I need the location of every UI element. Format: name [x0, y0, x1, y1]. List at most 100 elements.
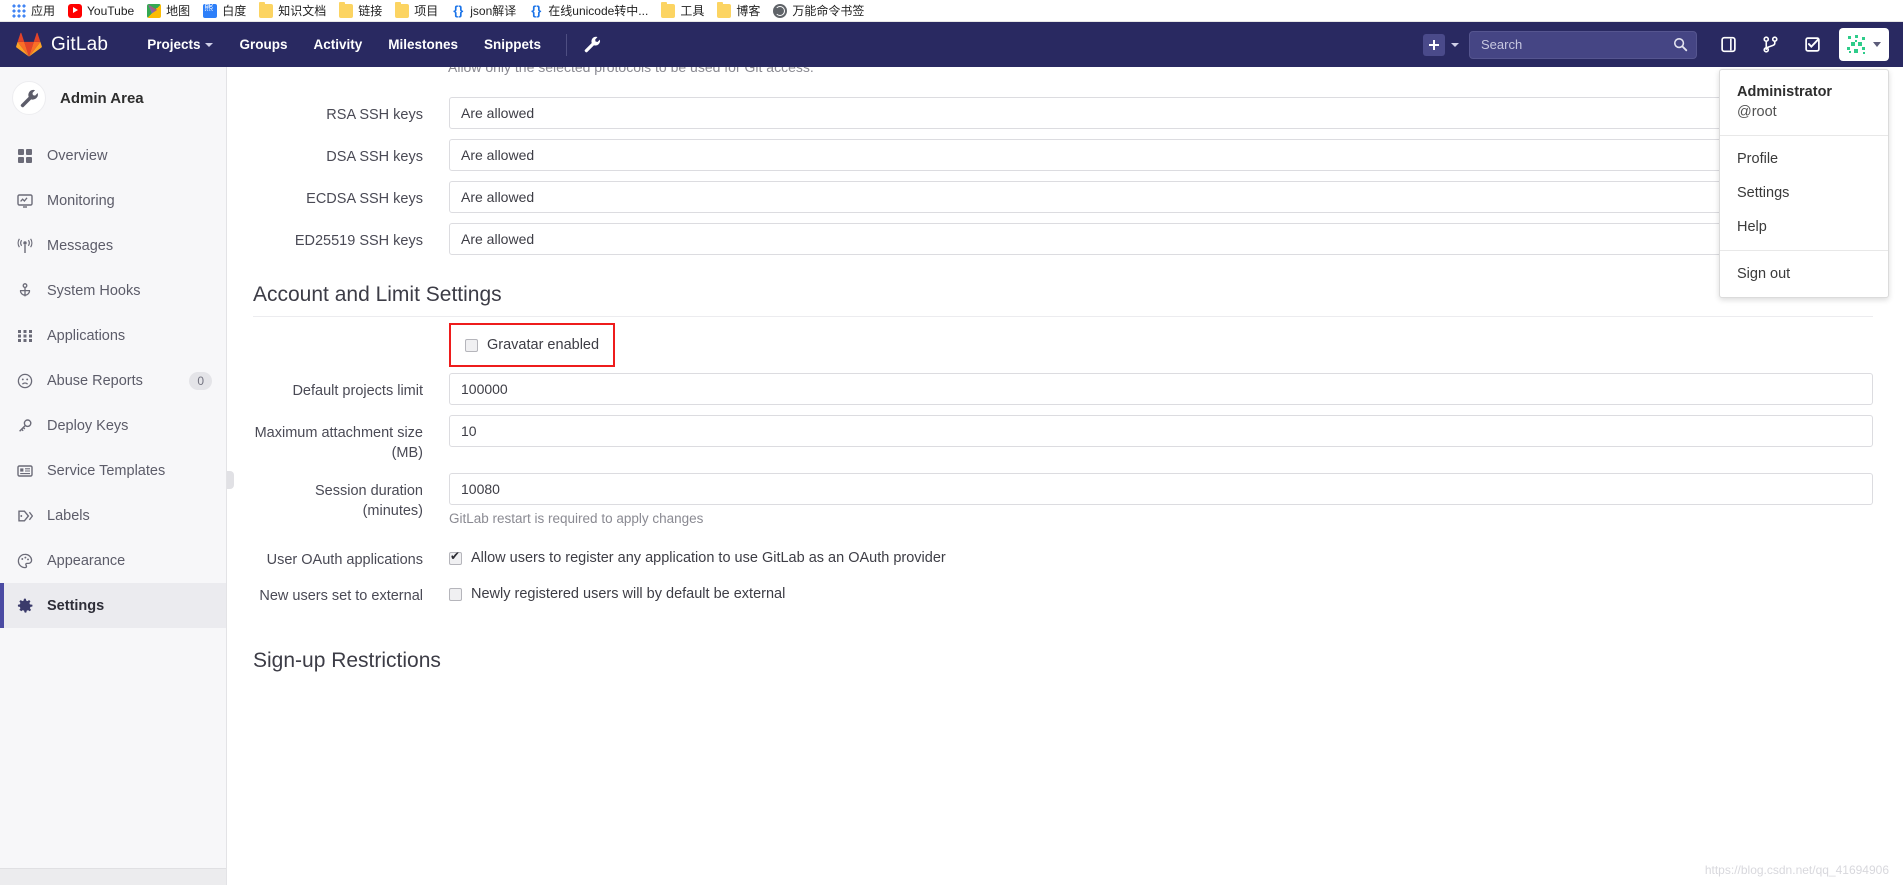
sidebar-bottom-strip	[0, 868, 226, 885]
user-oauth-checkbox-wrap[interactable]: Allow users to register any application …	[449, 549, 1873, 566]
search-box[interactable]	[1469, 30, 1697, 59]
todos-button[interactable]	[1791, 22, 1833, 67]
chevron-down-icon	[1873, 42, 1881, 47]
template-icon	[16, 462, 33, 479]
globe-icon	[773, 3, 788, 18]
sidebar-item-labels[interactable]: Labels	[0, 493, 226, 538]
menu-item-profile[interactable]: Profile	[1720, 142, 1888, 176]
dsa-ssh-keys-select[interactable]	[449, 139, 1873, 171]
merge-requests-button[interactable]	[1749, 22, 1791, 67]
form-row-dsa-ssh-keys: DSA SSH keys	[253, 139, 1903, 171]
user-oauth-checkbox-label: Allow users to register any application …	[471, 550, 946, 566]
sidebar-item-system-hooks[interactable]: System Hooks	[0, 268, 226, 313]
sidebar-item-settings[interactable]: Settings	[0, 583, 226, 628]
account-limit-settings-heading: Account and Limit Settings	[253, 283, 1873, 317]
menu-item-sign-out[interactable]: Sign out	[1720, 257, 1888, 291]
baidu-icon	[203, 3, 218, 18]
search-input[interactable]	[1469, 30, 1697, 59]
session-duration-input[interactable]	[449, 473, 1873, 505]
bookmark-item[interactable]: 白度	[199, 3, 255, 18]
bookmark-item[interactable]: YouTube	[64, 3, 143, 18]
bookmark-label: 地图	[166, 3, 191, 18]
sidebar-item-applications[interactable]: Applications	[0, 313, 226, 358]
monitor-icon	[16, 192, 33, 209]
sidebar-item-messages[interactable]: Messages	[0, 223, 226, 268]
new-users-external-checkbox-wrap[interactable]: Newly registered users will by default b…	[449, 586, 1873, 602]
sidebar-item-monitoring[interactable]: Monitoring	[0, 178, 226, 223]
bookmark-item[interactable]: 知识文档	[255, 1, 335, 18]
sidebar-item-label: Deploy Keys	[47, 417, 129, 434]
sidebar-item-abuse-reports[interactable]: Abuse Reports 0	[0, 358, 226, 403]
menu-item-settings[interactable]: Settings	[1720, 176, 1888, 210]
nav-link-activity[interactable]: Activity	[300, 22, 375, 67]
sidebar-nav-list: Overview Monitoring Messages System Hook…	[0, 129, 226, 628]
youtube-icon	[68, 3, 83, 18]
sidebar-item-label: System Hooks	[47, 282, 141, 299]
user-dropdown-menu: Administrator @root Profile Settings Hel…	[1719, 69, 1889, 298]
default-projects-limit-input[interactable]	[449, 373, 1873, 405]
bookmark-item[interactable]: 地图	[143, 3, 199, 18]
nav-link-groups[interactable]: Groups	[226, 22, 300, 67]
gitlab-logo-link[interactable]: GitLab	[0, 22, 124, 67]
bookmark-label: 在线unicode转中...	[548, 3, 649, 18]
bookmark-label: YouTube	[87, 3, 135, 18]
chevron-down-icon	[205, 42, 214, 47]
bookmark-item[interactable]: 万能命令书签	[769, 3, 873, 18]
sidebar-item-label: Overview	[47, 147, 108, 164]
nav-link-milestones[interactable]: Milestones	[375, 22, 471, 67]
bookmark-item[interactable]: 链接	[335, 1, 391, 18]
sidebar-item-appearance[interactable]: Appearance	[0, 538, 226, 583]
new-item-button[interactable]	[1419, 22, 1465, 67]
bookmark-item[interactable]: 应用	[8, 3, 64, 18]
bookmark-label: 知识文档	[278, 3, 327, 18]
user-oauth-checkbox[interactable]	[449, 549, 462, 565]
max-attachment-size-input[interactable]	[449, 415, 1873, 447]
gravatar-checkbox-wrap[interactable]: Gravatar enabled	[465, 337, 599, 353]
bookmark-item[interactable]: {} 在线unicode转中...	[525, 3, 657, 18]
browser-bookmark-bar: 应用 YouTube 地图 白度 知识文档 链接 项目 {} json解译 {} 在…	[0, 0, 1903, 22]
session-duration-help-text: GitLab restart is required to apply chan…	[449, 511, 704, 526]
page-body: Admin Area Overview Monitoring Messages	[0, 67, 1903, 885]
ecdsa-ssh-keys-select[interactable]	[449, 181, 1873, 213]
form-row-ed25519-ssh-keys: ED25519 SSH keys	[253, 223, 1903, 255]
admin-area-wrench-button[interactable]	[575, 22, 609, 67]
sidebar-item-label: Settings	[47, 597, 105, 614]
field-label: New users set to external	[259, 588, 423, 604]
content-scroll-indicator[interactable]	[227, 471, 234, 489]
rsa-ssh-keys-select[interactable]	[449, 97, 1873, 129]
bookmark-item[interactable]: {} json解译	[447, 3, 525, 18]
bookmark-item[interactable]: 项目	[391, 1, 447, 18]
grid-icon	[16, 147, 33, 164]
new-users-external-checkbox[interactable]	[449, 587, 462, 601]
apps-icon	[16, 327, 33, 344]
navbar-links: Projects Groups Activity Milestones Snip…	[134, 22, 609, 67]
gravatar-checkbox[interactable]	[465, 338, 478, 352]
nav-link-label: Groups	[239, 37, 288, 52]
sidebar-item-label: Applications	[47, 327, 126, 344]
field-label: ECDSA SSH keys	[306, 191, 423, 207]
issue-boards-button[interactable]	[1707, 22, 1749, 67]
bookmark-label: json解译	[470, 3, 517, 18]
field-label: User OAuth applications	[266, 552, 423, 568]
hook-icon	[16, 282, 33, 299]
sidebar-header[interactable]: Admin Area	[0, 67, 226, 129]
folder-icon	[717, 1, 732, 18]
field-label: Session duration (minutes)	[314, 483, 423, 519]
bookmark-item[interactable]: 工具	[657, 1, 713, 18]
sidebar-item-label: Messages	[47, 237, 114, 254]
nav-link-projects[interactable]: Projects	[134, 22, 226, 67]
ed25519-ssh-keys-select[interactable]	[449, 223, 1873, 255]
field-label: RSA SSH keys	[326, 107, 423, 123]
sidebar-item-service-templates[interactable]: Service Templates	[0, 448, 226, 493]
sidebar-item-deploy-keys[interactable]: Deploy Keys	[0, 403, 226, 448]
user-menu-button[interactable]	[1839, 28, 1889, 61]
sidebar-item-label: Appearance	[47, 552, 126, 569]
menu-item-help[interactable]: Help	[1720, 210, 1888, 244]
nav-link-snippets[interactable]: Snippets	[471, 22, 554, 67]
bookmark-item[interactable]: 博客	[713, 1, 769, 18]
plus-square-icon	[1423, 33, 1445, 56]
signup-restrictions-heading: Sign-up Restrictions	[253, 649, 441, 672]
sidebar-item-overview[interactable]: Overview	[0, 133, 226, 178]
bookmark-label: 应用	[31, 3, 56, 18]
protocols-help-text: Allow only the selected protocols to be …	[448, 67, 814, 75]
